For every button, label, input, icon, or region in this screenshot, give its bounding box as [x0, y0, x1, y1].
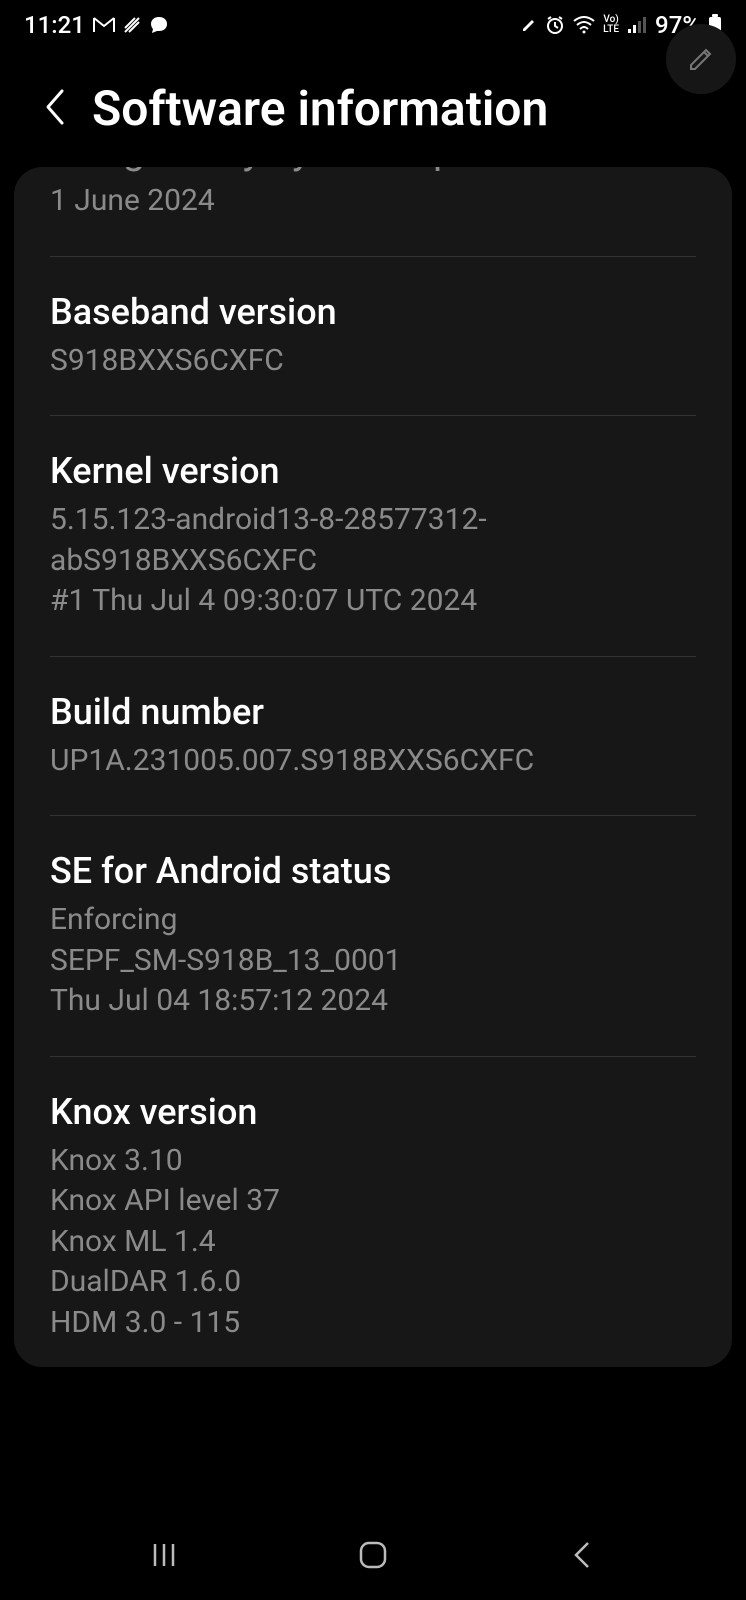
notification-icon — [123, 16, 141, 34]
item-baseband-version[interactable]: Baseband version S918BXXS6CXFC — [50, 257, 696, 417]
status-time: 11:21 — [24, 11, 85, 39]
signal-icon — [627, 16, 647, 34]
item-google-play-update[interactable]: Google Play system update 1 June 2024 — [50, 167, 696, 257]
back-nav-button[interactable] — [537, 1539, 627, 1571]
volte-icon: Vo)LTE — [603, 15, 619, 35]
item-title: Knox version — [50, 1091, 696, 1133]
item-knox-version[interactable]: Knox version Knox 3.10 Knox API level 37… — [50, 1057, 696, 1368]
item-subtitle: S918BXXS6CXFC — [50, 341, 696, 382]
gmail-icon — [93, 17, 115, 33]
chat-icon — [149, 15, 169, 35]
settings-list[interactable]: Google Play system update 1 June 2024 Ba… — [14, 167, 732, 1367]
navigation-bar — [0, 1510, 746, 1600]
item-subtitle: UP1A.231005.007.S918BXXS6CXFC — [50, 741, 696, 782]
item-title: Kernel version — [50, 450, 696, 492]
page-title: Software information — [92, 80, 548, 137]
item-title: Baseband version — [50, 291, 696, 333]
item-subtitle: Enforcing SEPF_SM-S918B_13_0001 Thu Jul … — [50, 900, 696, 1022]
item-title: Google Play system update — [50, 167, 696, 173]
wifi-icon — [573, 16, 595, 34]
alarm-icon — [545, 15, 565, 35]
item-subtitle: 5.15.123-android13-8-28577312-abS918BXXS… — [50, 500, 696, 622]
item-build-number[interactable]: Build number UP1A.231005.007.S918BXXS6CX… — [50, 657, 696, 817]
pencil-icon — [687, 45, 715, 73]
item-title: SE for Android status — [50, 850, 696, 892]
home-button[interactable] — [328, 1539, 418, 1571]
item-title: Build number — [50, 691, 696, 733]
recents-button[interactable] — [119, 1540, 209, 1570]
item-se-android-status[interactable]: SE for Android status Enforcing SEPF_SM-… — [50, 816, 696, 1057]
status-bar: 11:21 Vo)LTE 97% — [0, 0, 746, 50]
item-subtitle: 1 June 2024 — [50, 181, 696, 222]
item-subtitle: Knox 3.10 Knox API level 37 Knox ML 1.4 … — [50, 1141, 696, 1344]
page-header: Software information — [0, 50, 746, 167]
item-kernel-version[interactable]: Kernel version 5.15.123-android13-8-2857… — [50, 416, 696, 657]
edit-button[interactable] — [666, 24, 736, 94]
pencil-small-icon — [521, 17, 537, 33]
back-button[interactable] — [42, 87, 66, 131]
